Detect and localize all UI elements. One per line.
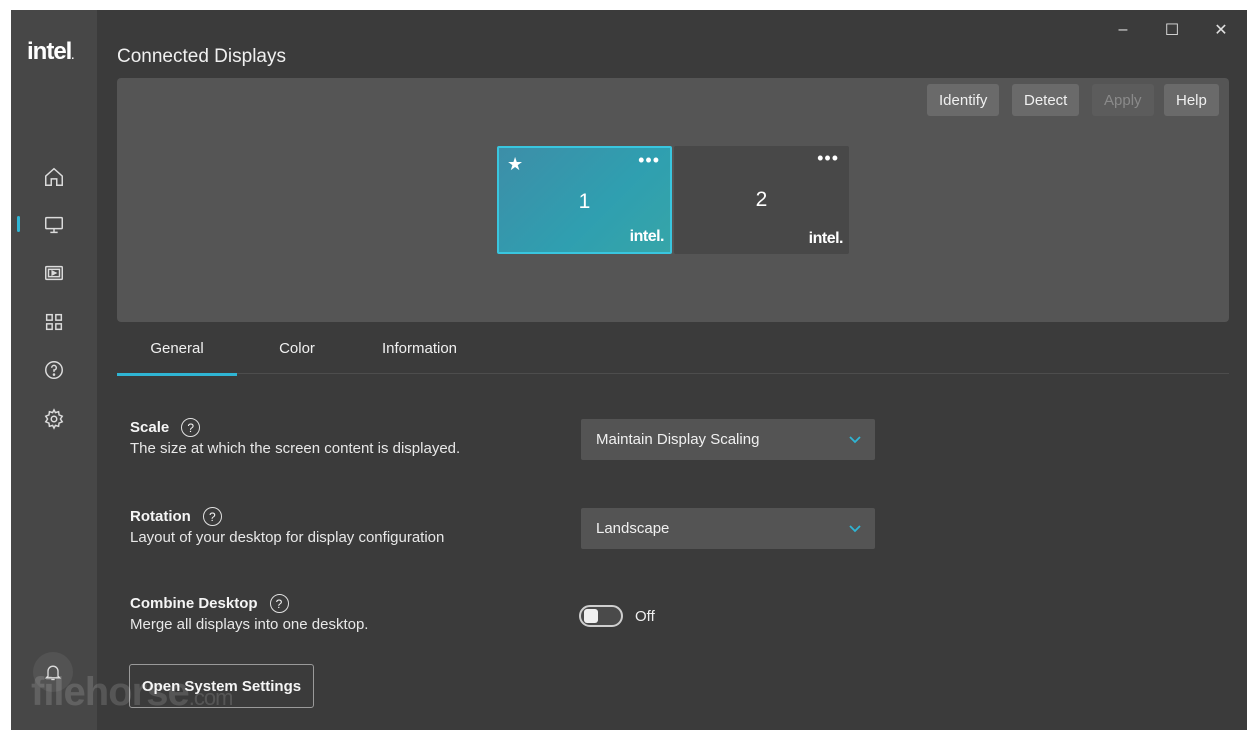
sidebar-item-home[interactable] <box>39 162 69 192</box>
intel-brand-label: intel. <box>629 228 665 245</box>
detect-button[interactable]: Detect <box>1012 84 1080 116</box>
chevron-down-icon <box>849 436 861 444</box>
intel-logo: intel. <box>27 38 74 65</box>
tab-general[interactable]: General <box>117 340 237 376</box>
home-icon <box>45 167 63 186</box>
sidebar-item-help[interactable] <box>39 355 69 385</box>
combine-desktop-description: Merge all displays into one desktop. <box>130 616 369 633</box>
scale-title: Scale ? <box>130 418 201 437</box>
display-number: 1 <box>578 190 591 213</box>
display-menu-icon[interactable]: ••• <box>638 150 660 171</box>
combine-desktop-state: Off <box>635 608 655 625</box>
scale-description: The size at which the screen content is … <box>130 440 461 457</box>
combine-desktop-toggle[interactable] <box>579 605 623 627</box>
rotation-dropdown[interactable]: Landscape <box>581 508 875 549</box>
help-icon[interactable]: ? <box>202 507 222 526</box>
tab-active-indicator <box>117 373 237 376</box>
tab-bar: General Color Information <box>117 334 1229 376</box>
apply-button: Apply <box>1092 84 1154 116</box>
tab-information[interactable]: Information <box>372 340 467 374</box>
identify-button[interactable]: Identify <box>927 84 1000 116</box>
chevron-down-icon <box>849 525 861 533</box>
combine-desktop-title: Combine Desktop ? <box>130 594 289 613</box>
display-arrangement-panel: Identify Detect Apply Help ★ ••• 1 intel… <box>117 78 1229 322</box>
display-number: 2 <box>755 188 768 211</box>
watermark-logo: filehorse.com <box>31 670 233 714</box>
gear-icon <box>44 408 64 430</box>
help-icon[interactable]: ? <box>269 594 289 613</box>
rotation-description: Layout of your desktop for display confi… <box>130 529 445 546</box>
tab-color[interactable]: Color <box>267 340 327 374</box>
primary-star-icon: ★ <box>507 154 524 174</box>
sidebar: intel. <box>11 10 97 730</box>
page-title: Connected Displays <box>117 46 286 67</box>
maximize-button[interactable]: ☐ <box>1152 18 1192 42</box>
toggle-knob <box>584 609 598 623</box>
help-circle-icon <box>45 361 63 379</box>
display-menu-icon[interactable]: ••• <box>817 148 839 169</box>
close-button[interactable]: ✕ <box>1201 18 1241 42</box>
minimize-button[interactable]: – <box>1103 18 1143 42</box>
help-button[interactable]: Help <box>1164 84 1219 116</box>
rotation-title: Rotation ? <box>130 507 222 526</box>
display-tile-1[interactable]: ★ ••• 1 intel. <box>497 146 672 254</box>
sidebar-item-settings[interactable] <box>39 404 69 434</box>
scale-dropdown[interactable]: Maintain Display Scaling <box>581 419 875 460</box>
intel-brand-label: intel. <box>808 230 844 247</box>
nav-active-indicator <box>17 216 20 232</box>
sidebar-item-video[interactable] <box>39 258 69 288</box>
app-window: intel. – ☐ ✕ Connected Displays Identify… <box>11 10 1247 730</box>
sidebar-item-apps[interactable] <box>39 307 69 337</box>
video-icon <box>45 265 63 281</box>
apps-grid-icon <box>45 313 63 331</box>
help-icon[interactable]: ? <box>181 418 201 437</box>
display-tile-2[interactable]: ••• 2 intel. <box>674 146 849 254</box>
sidebar-item-display[interactable] <box>39 210 69 240</box>
display-icon <box>45 216 63 234</box>
